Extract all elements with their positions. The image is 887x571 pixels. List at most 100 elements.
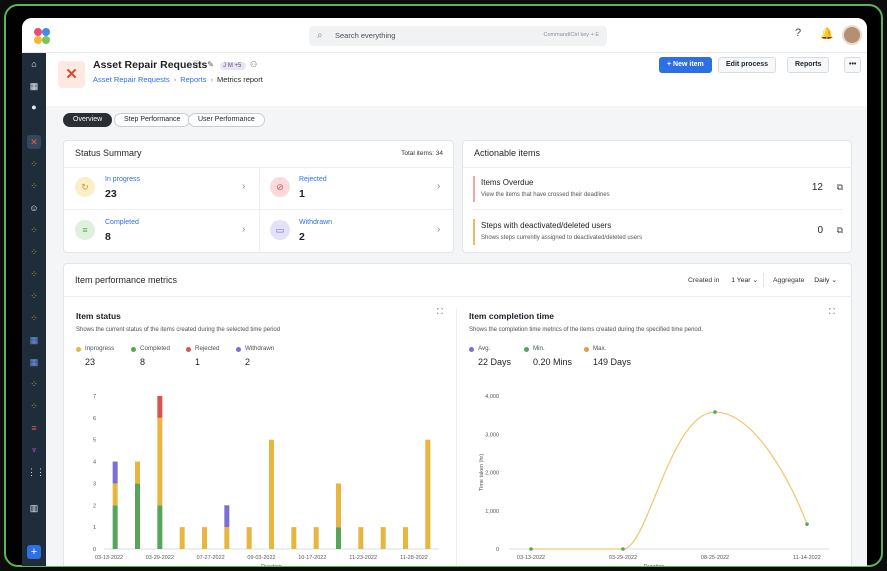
info-icon[interactable]: ⓘ (193, 60, 201, 69)
add-icon[interactable]: + (27, 545, 41, 559)
process-icon[interactable]: ⁘ (27, 245, 41, 259)
divider (64, 209, 453, 210)
process-icon[interactable]: ⁘ (27, 399, 41, 413)
chevron-right-icon: › (210, 75, 213, 84)
y-tick-label: 7 (93, 394, 96, 400)
grid-icon[interactable]: ▦ (27, 333, 41, 347)
expand-icon[interactable]: ⛶ (829, 307, 835, 317)
bar-segment (135, 483, 140, 549)
process-icon[interactable]: ⁘ (27, 267, 41, 281)
tab-overview[interactable]: Overview (63, 113, 113, 127)
process-icon[interactable]: ⁘ (27, 311, 41, 325)
user-avatar[interactable] (842, 25, 862, 45)
y-tick-label: 0 (93, 547, 96, 553)
completion-legend-dot (469, 347, 474, 352)
title-actions: ⓘ ✎ J M +5 ⚇ (193, 59, 257, 70)
aggregate-label: Aggregate (773, 277, 805, 284)
divider (259, 167, 260, 253)
bar-segment (179, 527, 185, 549)
completion-legend-label: Avg. (478, 345, 491, 352)
search-input[interactable]: ⌕ Search everything Command/Ctrl key + E (309, 26, 607, 46)
completed-icon: ≡ (75, 220, 95, 240)
process-icon[interactable]: ⁘ (27, 179, 41, 193)
completion-legend-label: Max. (593, 345, 607, 352)
x-tick-label: 03-13-2022 (517, 555, 545, 561)
more-button[interactable]: ••• (844, 57, 862, 73)
progress-icon: ↻ (75, 177, 95, 197)
tab-step-performance[interactable]: Step Performance (114, 113, 191, 127)
external-link-icon[interactable]: ⧉ (837, 225, 843, 236)
edit-process-button[interactable]: Edit process (718, 57, 777, 73)
process-icon[interactable]: ⁘ (27, 157, 41, 171)
created-in-filter[interactable]: Created in 1 Year ⌄ (688, 276, 758, 284)
avatar-initial: M (227, 63, 233, 69)
total-items: Total items: 34 (401, 150, 443, 157)
x-tick-label: 08-25-2022 (701, 555, 729, 561)
completion-time-title: Item completion time (469, 311, 555, 321)
bell-icon[interactable]: 🔔 (820, 27, 834, 40)
bar-segment (157, 417, 163, 506)
y-tick-label: 4,000 (485, 394, 499, 400)
bar-segment (336, 527, 341, 549)
app-logo-icon (34, 28, 50, 44)
apps-icon[interactable]: ⋮⋮ (27, 465, 45, 479)
search-icon: ⌕ (317, 30, 323, 41)
grid-icon[interactable]: ▦ (27, 355, 41, 369)
action-count: 0 (817, 225, 823, 236)
flow-icon[interactable]: ♆ (27, 443, 41, 457)
x-axis-label: Duration (644, 564, 665, 566)
bar-segment (224, 527, 230, 549)
action-title: Items Overdue (481, 178, 534, 187)
x-tick-label: 03-29-2022 (609, 555, 637, 561)
process-icon[interactable]: ⁘ (27, 377, 41, 391)
divider (456, 308, 457, 566)
data-point (621, 547, 625, 551)
external-link-icon[interactable]: ⧉ (837, 182, 843, 193)
expand-icon[interactable]: ⛶ (437, 307, 443, 317)
database-icon[interactable]: ≡ (27, 421, 41, 435)
action-deactivated-users[interactable]: Steps with deactivated/deleted users Sho… (473, 219, 843, 253)
data-point (529, 547, 533, 551)
completion-legend-value: 149 Days (593, 357, 632, 367)
breadcrumb-reports[interactable]: Reports (180, 75, 206, 84)
member-avatars[interactable]: J M +5 (220, 62, 247, 70)
reports-button[interactable]: Reports (787, 57, 830, 73)
chevron-down-icon: ⌄ (831, 277, 837, 284)
sidebar-item-asset-repair[interactable]: ✕ (27, 135, 41, 149)
process-icon[interactable]: ⁘ (27, 289, 41, 303)
help-icon[interactable]: ? (795, 27, 801, 39)
actionable-title: Actionable items (474, 148, 541, 158)
status-legend-label: Rejected (195, 345, 220, 352)
divider (763, 273, 764, 287)
bar-segment (269, 439, 274, 549)
status-legend-label: Withdrawn (245, 345, 275, 352)
aggregate-filter[interactable]: Aggregate Daily ⌄ (773, 276, 837, 284)
status-summary-card: Status Summary Total items: 34 ↻ In prog… (63, 140, 454, 253)
pin-icon[interactable]: ✎ (207, 60, 214, 69)
bot-icon[interactable]: ☺ (27, 201, 41, 215)
process-icon[interactable]: ⁘ (27, 223, 41, 237)
x-tick-label: 03-13-2022 (95, 555, 123, 561)
new-item-button[interactable]: + New item (659, 57, 712, 73)
actionable-items-card: Actionable items Items Overdue View the … (462, 140, 852, 253)
bar-segment (336, 483, 341, 528)
breadcrumb: Asset Repair Requests › Reports › Metrics re… (93, 75, 263, 84)
add-member-icon[interactable]: ⚇ (250, 60, 257, 69)
x-tick-label: 09-03-2022 (247, 555, 275, 561)
app-window: ⌕ Search everything Command/Ctrl key + E… (22, 18, 867, 566)
action-items-overdue[interactable]: Items Overdue View the items that have c… (473, 176, 843, 210)
y-tick-label: 3,000 (485, 432, 499, 438)
bar-segment (313, 527, 319, 549)
y-tick-label: 2,000 (485, 471, 499, 477)
bar-segment (358, 527, 364, 549)
analytics-icon[interactable]: ▥ (27, 501, 41, 515)
completion-legend-dot (584, 347, 589, 352)
data-point (805, 522, 809, 526)
completion-legend-dot (524, 347, 529, 352)
tile-value: 23 (105, 188, 117, 200)
home-icon[interactable]: ⌂ (27, 57, 41, 71)
tab-user-performance[interactable]: User Performance (188, 113, 265, 127)
calendar-icon[interactable]: ▦ (27, 79, 41, 93)
chat-icon[interactable]: ● (27, 100, 41, 114)
breadcrumb-asset-repair[interactable]: Asset Repair Requests (93, 75, 170, 84)
